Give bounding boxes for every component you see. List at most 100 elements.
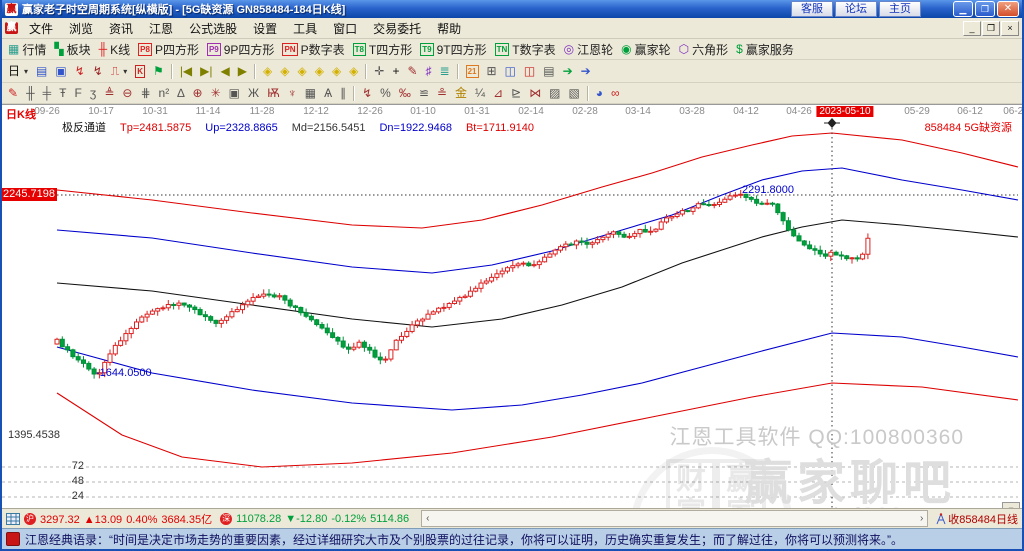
shift-right-button[interactable]: ◈ [345,62,362,80]
draw-fibonacci-icon[interactable]: F [70,84,85,102]
draw-quarter-icon[interactable]: ¼ [471,84,489,102]
menu-item-7[interactable]: 窗口 [325,18,365,39]
mdi-minimize-button[interactable]: _ [963,20,981,36]
draw-box-icon[interactable]: ▣ [225,84,244,102]
szse-index-quote[interactable]: 11078.28 ▼-12.80 -0.12% 5114.86 [236,513,413,525]
line-manager-button[interactable]: ≣ [436,62,454,80]
shift-left-button[interactable]: ◈ [328,62,345,80]
draw-spiral-icon[interactable]: ʒ [86,84,101,102]
menu-item-8[interactable]: 交易委托 [365,18,429,39]
draw-grid-lines-icon[interactable]: ╫ [22,84,39,102]
scroll-right-arrow[interactable]: › [920,513,923,524]
compress-button[interactable]: ◈ [293,62,310,80]
period-selector[interactable]: 日 ▾ [4,62,32,80]
draw-percent-icon[interactable]: % [376,84,395,102]
winner-service-button[interactable]: $ 赢家服务 [732,40,798,58]
zoom-in-button[interactable]: ◈ [276,62,293,80]
titlebar[interactable]: 赢 赢家老子时空周期系统[纵横版] - [5G缺资源 GN858484-184日… [2,0,1022,18]
draw-table-icon[interactable]: ▦ [301,84,320,102]
menu-item-3[interactable]: 江恩 [141,18,181,39]
menu-item-2[interactable]: 资讯 [101,18,141,39]
draw-bowtie-icon[interactable]: ⋈ [525,84,545,102]
prev-button[interactable]: ◀ [217,62,234,80]
mdi-close-button[interactable]: × [1001,20,1019,36]
draw-wedge-icon[interactable]: ⊵ [507,84,525,102]
p-number-table-button[interactable]: PN P数字表 [278,40,348,58]
draw-fan-icon[interactable]: Ж [244,84,263,102]
infinity-tool-icon[interactable]: ∞ [607,84,624,102]
candle-style-selector[interactable]: ⎍ ▾ [107,62,131,80]
zoom-out-button[interactable]: ◈ [259,62,276,80]
print-button[interactable]: ▤ [539,62,558,80]
color-lines-button[interactable]: ⚑ [149,62,168,80]
p-square-button[interactable]: P8 P四方形 [134,40,203,58]
scroll-left-arrow[interactable]: ‹ [426,513,429,524]
menu-item-0[interactable]: 文件 [21,18,61,39]
mark-tool-button[interactable]: ♯ [422,62,436,80]
nine-p-square-button[interactable]: P9 9P四方形 [203,40,278,58]
menu-item-9[interactable]: 帮助 [429,18,469,39]
t-square-button[interactable]: T8 T四方形 [349,40,417,58]
draw-cycle-icon[interactable]: ⊖ [118,84,136,102]
chart-splitter-button[interactable]: − [1002,502,1020,508]
draw-price-grid-icon[interactable]: ╪ [39,84,56,102]
draw-permille-icon[interactable]: ‰ [395,84,415,102]
timeshare-chart-button[interactable]: ▤ [32,62,51,80]
minimize-button[interactable]: ▁ [953,1,973,17]
quotes-button[interactable]: ▦ 行情 [4,40,50,58]
draw-gann-grid-icon[interactable]: ⋕ [136,84,154,102]
draw-star-icon[interactable]: ✳ [207,84,225,102]
export-button[interactable]: ➔ [559,62,577,80]
send-button[interactable]: ➔ [577,62,595,80]
calculator-button[interactable]: ⊞ [483,62,501,80]
save-as-button[interactable]: ◫ [520,62,539,80]
last-page-button[interactable]: ▶| [196,62,216,80]
draw-lightning-icon[interactable]: ↯ [358,84,376,102]
zigzag-tool-button[interactable]: ↯ [71,62,89,80]
yinyang-tool-icon[interactable]: ◕ [592,84,607,102]
draw-channel-icon[interactable]: Ѭ [263,84,284,102]
save-button[interactable]: ◫ [501,62,520,80]
szse-index-icon[interactable]: 深 [220,512,233,525]
menu-item-1[interactable]: 浏览 [61,18,101,39]
service-button-0[interactable]: 客服 [791,1,833,17]
draw-wave-icon[interactable]: Ѧ [320,84,336,102]
close-button[interactable]: ✕ [997,1,1019,17]
draw-hatch2-icon[interactable]: ▧ [564,84,583,102]
draw-ring-icon[interactable]: ≗ [433,84,451,102]
sectors-button[interactable]: ▚ 板块 [50,40,94,58]
restore-button[interactable]: ❐ [975,1,995,17]
draw-time-ruler-icon[interactable]: Ŧ [55,84,70,102]
draw-triangle-icon[interactable]: ∆ [173,84,188,102]
draw-gann-circle-icon[interactable]: ⊕ [189,84,207,102]
draw-parallel-icon[interactable]: ∥ [336,84,350,102]
draw-square-of-nine-icon[interactable]: n² [155,84,174,102]
winner-wheel-button[interactable]: ◉ 赢家轮 [617,40,675,58]
crosshair-tool-button[interactable]: + [388,62,403,80]
kline-settings-button[interactable]: K [131,62,149,80]
menu-item-4[interactable]: 公式选股 [181,18,245,39]
service-button-1[interactable]: 论坛 [835,1,877,17]
expand-button[interactable]: ◈ [311,62,328,80]
sse-index-icon[interactable]: 沪 [24,512,36,525]
service-button-2[interactable]: 主页 [879,1,921,17]
sse-index-quote[interactable]: 3297.32 ▲13.09 0.40% 3684.35亿 [40,511,216,527]
draw-pencil-icon[interactable]: ✎ [4,84,22,102]
draw-hatch-icon[interactable]: ▨ [545,84,564,102]
next-button[interactable]: ▶ [234,62,251,80]
annotate-tool-button[interactable]: ✎ [403,62,421,80]
menu-item-5[interactable]: 设置 [245,18,285,39]
menu-item-6[interactable]: 工具 [285,18,325,39]
hexagon-button[interactable]: ⬡ 六角形 [675,40,733,58]
info-panel-button[interactable]: ▣ [51,62,70,80]
kline-button[interactable]: ╫ K线 [95,40,135,58]
zigzag2-tool-button[interactable]: ↯ [89,62,107,80]
draw-golden-section-icon[interactable]: 金 [451,84,471,102]
mdi-restore-button[interactable]: ❐ [982,20,1000,36]
draw-angle-icon[interactable]: ≜ [100,84,118,102]
first-page-button[interactable]: |◀ [176,62,196,80]
draw-congruent-icon[interactable]: ≌ [415,84,433,102]
calendar-button[interactable]: 21 [462,62,483,80]
chart-scrollbar[interactable]: ‹ › [421,510,929,527]
draw-right-triangle-icon[interactable]: ⊿ [489,84,507,102]
